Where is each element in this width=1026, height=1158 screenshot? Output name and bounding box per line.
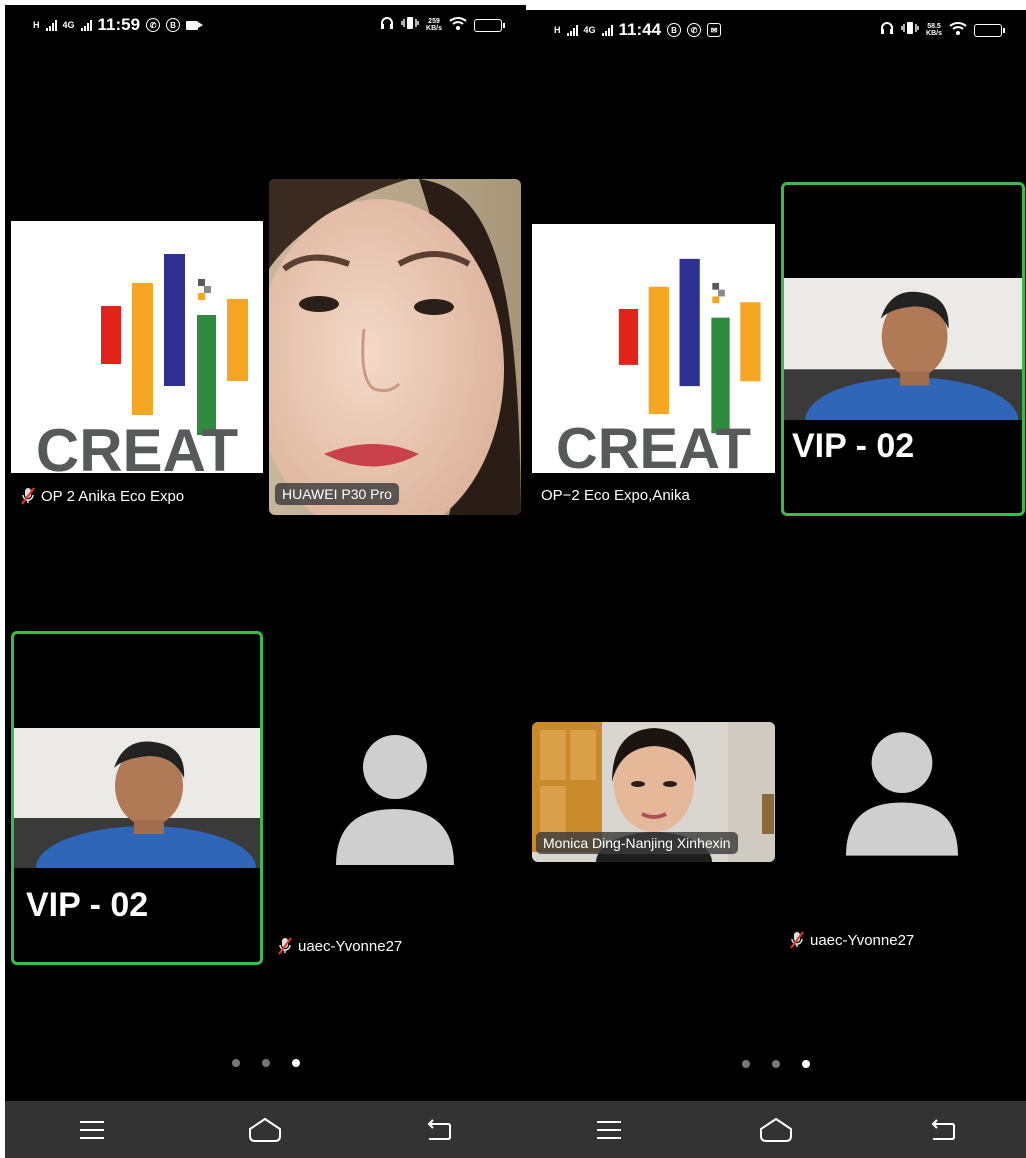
navigation-bar [5, 1101, 526, 1158]
status-bar: H 4G 11:59 ✆ B 259 KB/s 43 [5, 5, 526, 45]
video-frame [14, 728, 260, 868]
page-indicator[interactable] [5, 1059, 526, 1067]
creat-logo: CREAT [556, 258, 761, 473]
participant-video-tile[interactable]: Monica Ding-Nanjing Xinhexin [532, 722, 775, 862]
participant-name: HUAWEI P30 Pro [275, 483, 399, 505]
vibrate-icon [401, 15, 419, 35]
battery-level: 43 [482, 20, 493, 30]
menu-icon [79, 1120, 104, 1139]
participant-tile-logo[interactable]: CREAT [11, 221, 263, 473]
active-speaker-tile[interactable]: VIP - 02 [781, 182, 1025, 516]
back-icon [427, 1118, 452, 1140]
menu-icon [597, 1120, 622, 1139]
network-type-label: 4G [583, 24, 596, 35]
creat-logo: CREAT [36, 254, 248, 473]
signal-h-label: H [554, 24, 561, 35]
meeting-screen-right: H 4G 11:44 B ✆ ✉ 58.5 KB/s 45 CREAT OP−2… [526, 10, 1026, 1158]
participant-tile-logo[interactable]: CREAT [532, 224, 775, 473]
mic-muted-icon [790, 931, 804, 949]
page-dot[interactable] [231, 1059, 240, 1067]
wifi-icon [949, 20, 967, 40]
signal-icon [45, 19, 57, 31]
menu-button[interactable] [62, 1110, 122, 1150]
vibrate-icon [901, 20, 919, 40]
participant-name: VIP - 02 [26, 886, 149, 924]
active-speaker-tile[interactable]: VIP - 02 [11, 631, 263, 965]
clock: 11:44 [618, 20, 662, 39]
home-icon [759, 1117, 792, 1142]
battery-icon: 45 [974, 23, 1005, 37]
clock: 11:59 [97, 15, 141, 34]
back-icon [931, 1118, 955, 1140]
video-frame [269, 179, 521, 515]
avatar-placeholder-icon [846, 732, 958, 856]
page-dot-current[interactable] [291, 1059, 300, 1067]
network-type-label: 4G [62, 19, 75, 30]
page-indicator[interactable] [526, 1060, 1026, 1068]
page-dot[interactable] [772, 1060, 780, 1068]
signal-icon [566, 24, 578, 36]
home-button[interactable] [235, 1110, 295, 1150]
whatsapp-icon: ✆ [146, 18, 161, 32]
video-frame [784, 278, 1022, 420]
mic-muted-icon [278, 937, 292, 955]
back-button[interactable] [409, 1110, 469, 1150]
b-icon: B [667, 23, 682, 37]
message-icon: ✉ [707, 23, 722, 37]
video-camera-icon [186, 20, 204, 30]
participant-video-tile[interactable]: HUAWEI P30 Pro [269, 179, 521, 515]
battery-level: 45 [982, 25, 993, 35]
headphones-icon [380, 15, 394, 35]
home-button[interactable] [746, 1110, 806, 1150]
signal-icon [80, 19, 92, 31]
home-icon [249, 1117, 282, 1142]
svg-text:CREAT: CREAT [556, 417, 751, 473]
avatar-placeholder-icon [336, 735, 454, 865]
whatsapp-icon: ✆ [687, 23, 702, 37]
participant-name: uaec-Yvonne27 [790, 931, 914, 949]
page-dot-current[interactable] [802, 1060, 810, 1068]
page-dot[interactable] [742, 1060, 750, 1068]
mic-muted-icon [21, 487, 35, 505]
participant-name: OP 2 Anika Eco Expo [21, 487, 184, 505]
battery-icon: 43 [474, 18, 505, 32]
headphones-icon [880, 20, 894, 40]
navigation-bar [526, 1101, 1026, 1158]
signal-h-label: H [33, 19, 40, 30]
signal-icon [601, 24, 613, 36]
network-speed: 58.5 KB/s [926, 23, 942, 37]
participant-name: OP−2 Eco Expo,Anika [541, 487, 690, 504]
wifi-icon [449, 15, 467, 35]
participant-name: Monica Ding-Nanjing Xinhexin [536, 832, 738, 854]
status-bar: H 4G 11:44 B ✆ ✉ 58.5 KB/s 45 [526, 10, 1026, 50]
back-button[interactable] [913, 1110, 973, 1150]
network-speed: 259 KB/s [426, 18, 442, 32]
participant-name: uaec-Yvonne27 [278, 937, 402, 955]
participant-name: VIP - 02 [792, 427, 915, 465]
meeting-screen-left: H 4G 11:59 ✆ B 259 KB/s 43 CREAT OP 2 An… [5, 5, 526, 1158]
page-dot[interactable] [261, 1059, 270, 1067]
b-icon: B [166, 18, 181, 32]
svg-text:CREAT: CREAT [36, 417, 238, 473]
menu-button[interactable] [579, 1110, 639, 1150]
